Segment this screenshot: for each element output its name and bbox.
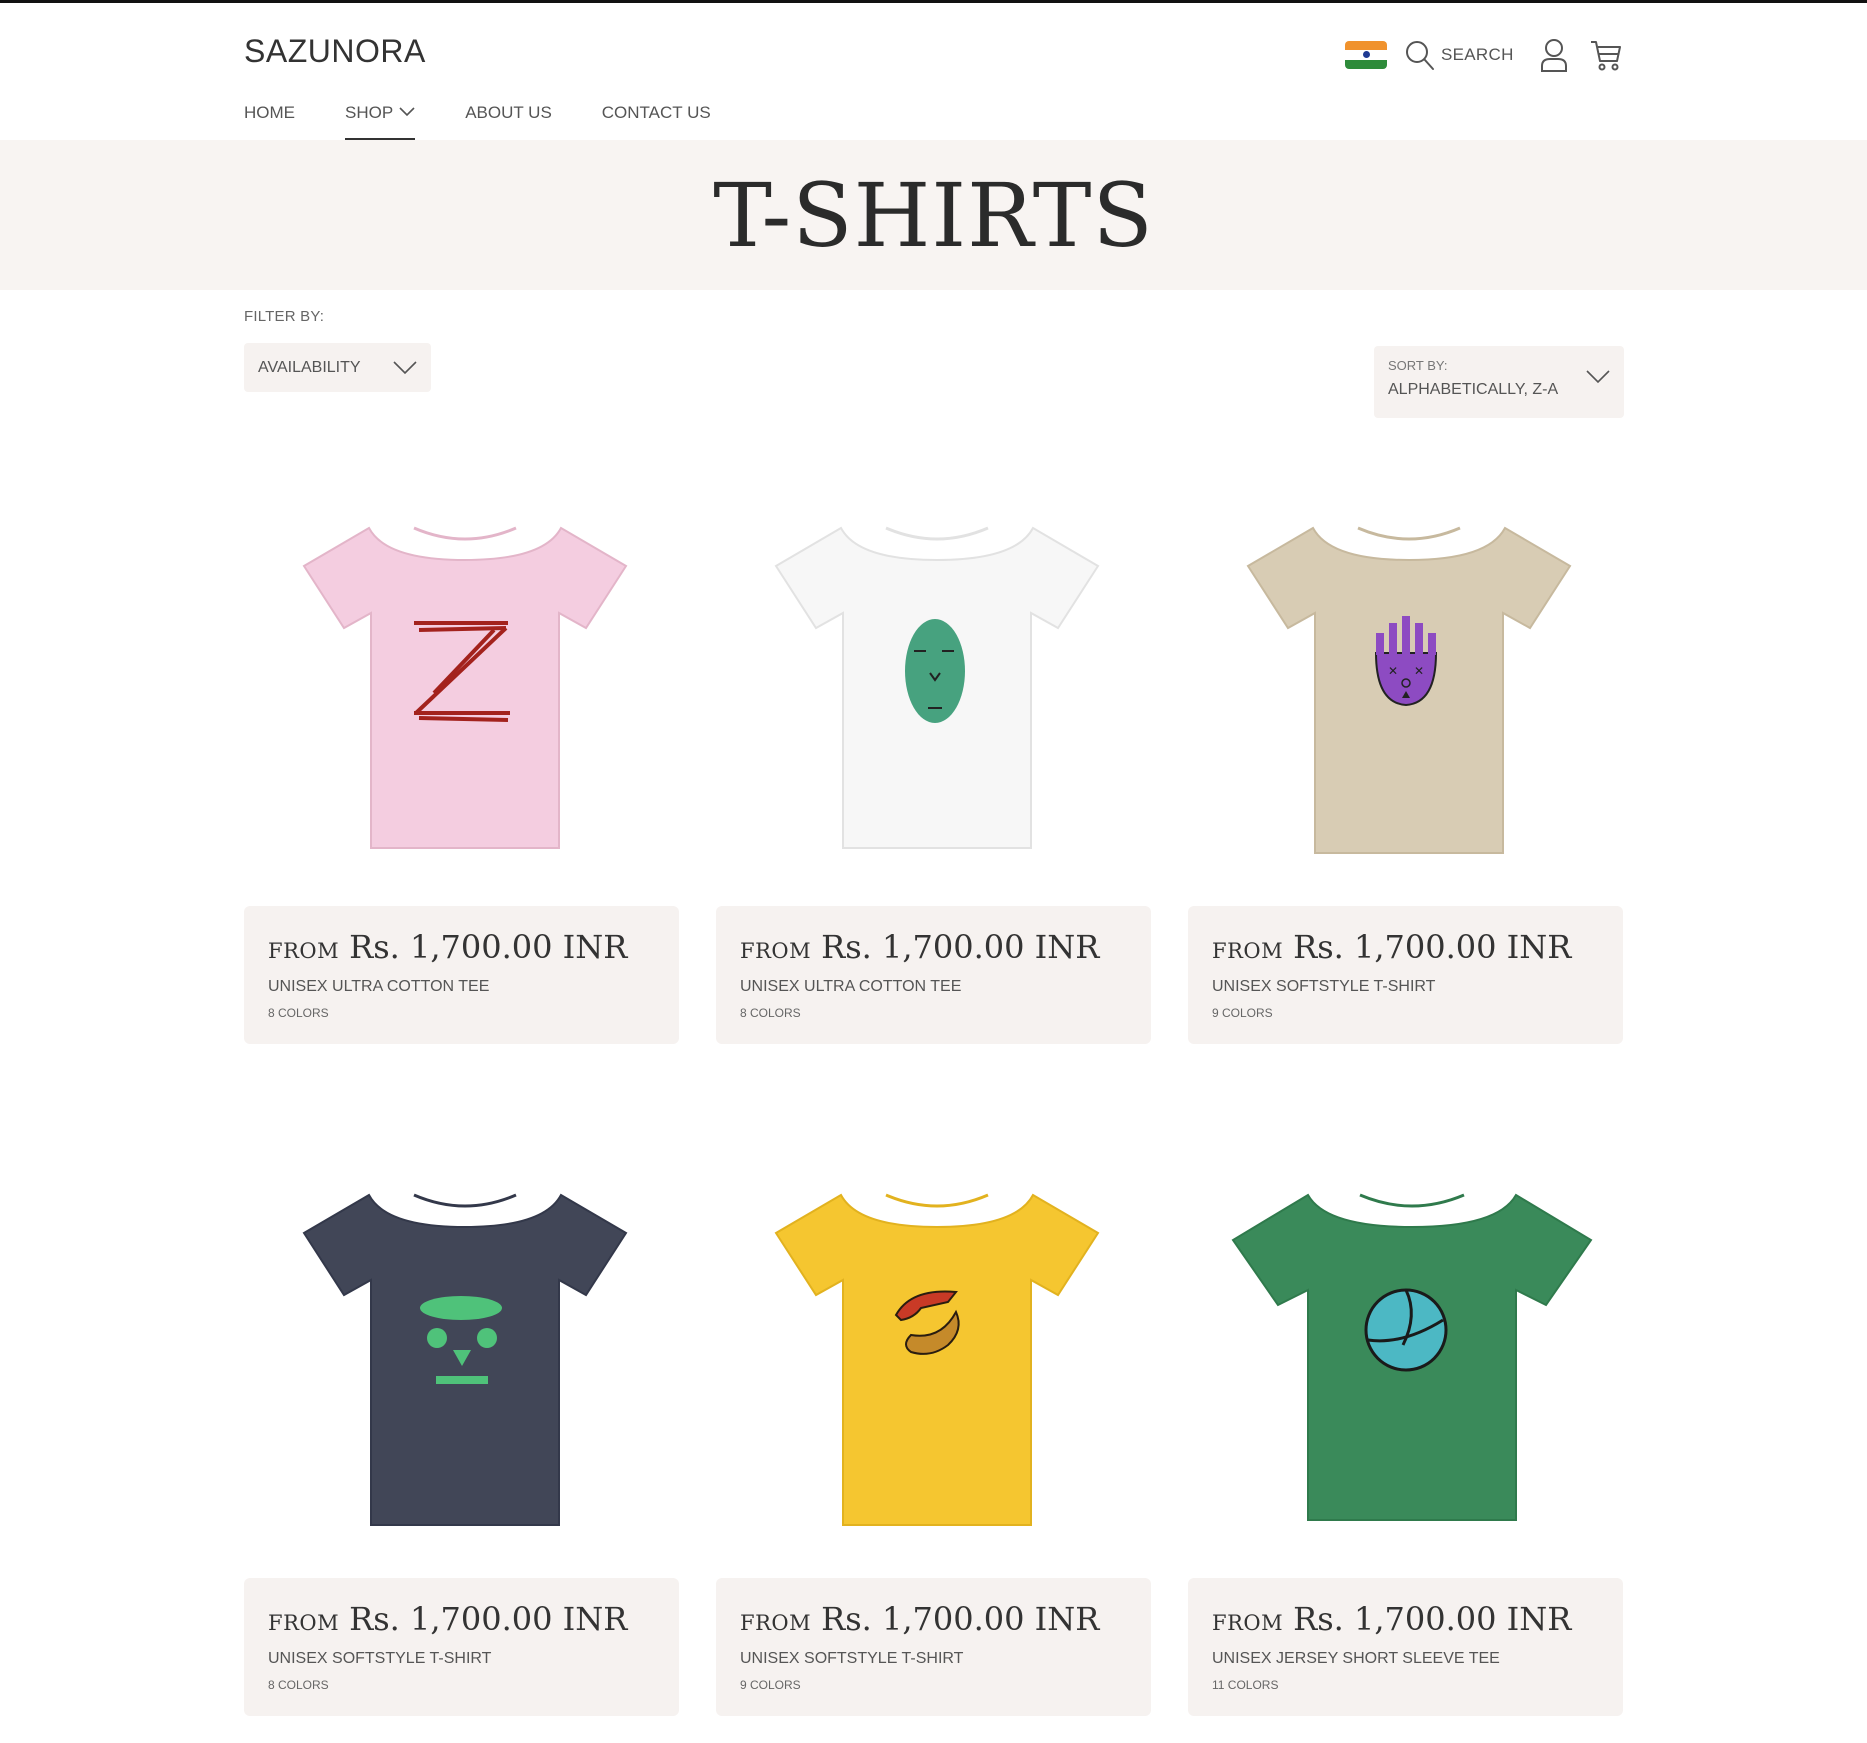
sort-dropdown[interactable]: SORT BY: ALPHABETICALLY, Z-A: [1374, 346, 1624, 418]
product-price: Rs. 1,700.00 INR: [1293, 928, 1572, 966]
tshirt-image: [774, 1193, 1100, 1526]
product-card[interactable]: ✕ ✕ FROM Rs. 1,700.00 INR UNISEX SOFTSTY…: [1188, 468, 1623, 1044]
color-count: 8 COLORS: [268, 1678, 329, 1692]
cart-icon: [1590, 41, 1621, 71]
product-info[interactable]: FROM Rs. 1,700.00 INR UNISEX SOFTSTYLE T…: [1188, 906, 1623, 1044]
price-prefix: FROM: [740, 1611, 812, 1635]
product-image[interactable]: ✕ ✕: [1188, 468, 1623, 878]
product-info[interactable]: FROM Rs. 1,700.00 INR UNISEX SOFTSTYLE T…: [244, 1578, 679, 1716]
color-count: 8 COLORS: [740, 1006, 801, 1020]
tshirt-image: [774, 526, 1100, 849]
tshirt-image: [302, 526, 628, 849]
product-price: Rs. 1,700.00 INR: [349, 928, 628, 966]
filter-label: FILTER BY:: [244, 308, 325, 325]
color-count: 9 COLORS: [740, 1678, 801, 1692]
product-image[interactable]: [716, 1140, 1151, 1550]
product-image[interactable]: [716, 468, 1151, 878]
india-flag-icon[interactable]: [1345, 41, 1387, 69]
chevron-down-icon: [399, 107, 415, 117]
teal-ball-design: [1364, 1288, 1448, 1372]
product-title[interactable]: UNISEX SOFTSTYLE T-SHIRT: [740, 1650, 1127, 1668]
product-price: Rs. 1,700.00 INR: [1293, 1600, 1572, 1638]
color-count: 8 COLORS: [268, 1006, 329, 1020]
site-logo[interactable]: SAZUNORA: [244, 33, 426, 70]
page: SAZUNORA SEARCH HOME SHOP ABOUT US CONTA…: [0, 3, 1867, 1743]
product-title[interactable]: UNISEX ULTRA COTTON TEE: [268, 978, 655, 996]
color-count: 11 COLORS: [1212, 1678, 1279, 1692]
header-actions: SEARCH: [1345, 33, 1622, 77]
product-image[interactable]: [244, 1140, 679, 1550]
page-title: T-SHIRTS: [713, 163, 1154, 267]
sort-value: ALPHABETICALLY, Z-A: [1388, 381, 1559, 398]
search-button[interactable]: SEARCH: [1405, 39, 1514, 71]
nav-contact-us[interactable]: CONTACT US: [602, 103, 711, 140]
availability-label: AVAILABILITY: [258, 358, 361, 376]
price-prefix: FROM: [1212, 1611, 1284, 1635]
svg-text:✕: ✕: [1414, 664, 1424, 678]
sort-label: SORT BY:: [1388, 358, 1448, 373]
product-card[interactable]: FROM Rs. 1,700.00 INR UNISEX ULTRA COTTO…: [716, 468, 1151, 1044]
product-info[interactable]: FROM Rs. 1,700.00 INR UNISEX ULTRA COTTO…: [244, 906, 679, 1044]
product-title[interactable]: UNISEX SOFTSTYLE T-SHIRT: [268, 1650, 655, 1668]
nav-home[interactable]: HOME: [244, 103, 295, 140]
chevron-down-icon: [1586, 370, 1610, 384]
product-card[interactable]: FROM Rs. 1,700.00 INR UNISEX SOFTSTYLE T…: [244, 1140, 679, 1716]
price-prefix: FROM: [740, 939, 812, 963]
account-button[interactable]: [1540, 38, 1568, 72]
account-icon: [1540, 39, 1567, 72]
tshirt-image: [302, 1193, 628, 1526]
availability-filter[interactable]: AVAILABILITY: [244, 343, 431, 392]
tshirt-image: ✕ ✕: [1246, 526, 1572, 854]
search-label: SEARCH: [1441, 45, 1514, 64]
svg-text:✕: ✕: [1388, 664, 1398, 678]
main-nav: HOME SHOP ABOUT US CONTACT US: [244, 103, 761, 140]
price-prefix: FROM: [268, 939, 340, 963]
price-prefix: FROM: [268, 1611, 340, 1635]
nav-shop[interactable]: SHOP: [345, 103, 416, 140]
product-title[interactable]: UNISEX SOFTSTYLE T-SHIRT: [1212, 978, 1599, 996]
collection-banner: T-SHIRTS: [0, 140, 1867, 290]
product-card[interactable]: FROM Rs. 1,700.00 INR UNISEX SOFTSTYLE T…: [716, 1140, 1151, 1716]
product-price: Rs. 1,700.00 INR: [821, 928, 1100, 966]
product-card[interactable]: FROM Rs. 1,700.00 INR UNISEX JERSEY SHOR…: [1188, 1140, 1623, 1716]
tshirt-image: [1231, 1193, 1593, 1521]
search-icon: [1406, 41, 1434, 70]
green-oval-face-design: [905, 619, 965, 723]
product-title[interactable]: UNISEX ULTRA COTTON TEE: [740, 978, 1127, 996]
site-header: SAZUNORA SEARCH HOME SHOP ABOUT US CONTA…: [0, 3, 1867, 140]
product-price: Rs. 1,700.00 INR: [821, 1600, 1100, 1638]
cart-button[interactable]: [1590, 39, 1622, 71]
product-price: Rs. 1,700.00 INR: [349, 1600, 628, 1638]
product-image[interactable]: [1188, 1140, 1623, 1550]
nav-about-us[interactable]: ABOUT US: [465, 103, 552, 140]
product-info[interactable]: FROM Rs. 1,700.00 INR UNISEX SOFTSTYLE T…: [716, 1578, 1151, 1716]
product-title[interactable]: UNISEX JERSEY SHORT SLEEVE TEE: [1212, 1650, 1599, 1668]
product-image[interactable]: [244, 468, 679, 878]
chevron-down-icon: [393, 360, 417, 374]
price-prefix: FROM: [1212, 939, 1284, 963]
product-info[interactable]: FROM Rs. 1,700.00 INR UNISEX ULTRA COTTO…: [716, 906, 1151, 1044]
product-card[interactable]: FROM Rs. 1,700.00 INR UNISEX ULTRA COTTO…: [244, 468, 679, 1044]
product-info[interactable]: FROM Rs. 1,700.00 INR UNISEX JERSEY SHOR…: [1188, 1578, 1623, 1716]
color-count: 9 COLORS: [1212, 1006, 1273, 1020]
